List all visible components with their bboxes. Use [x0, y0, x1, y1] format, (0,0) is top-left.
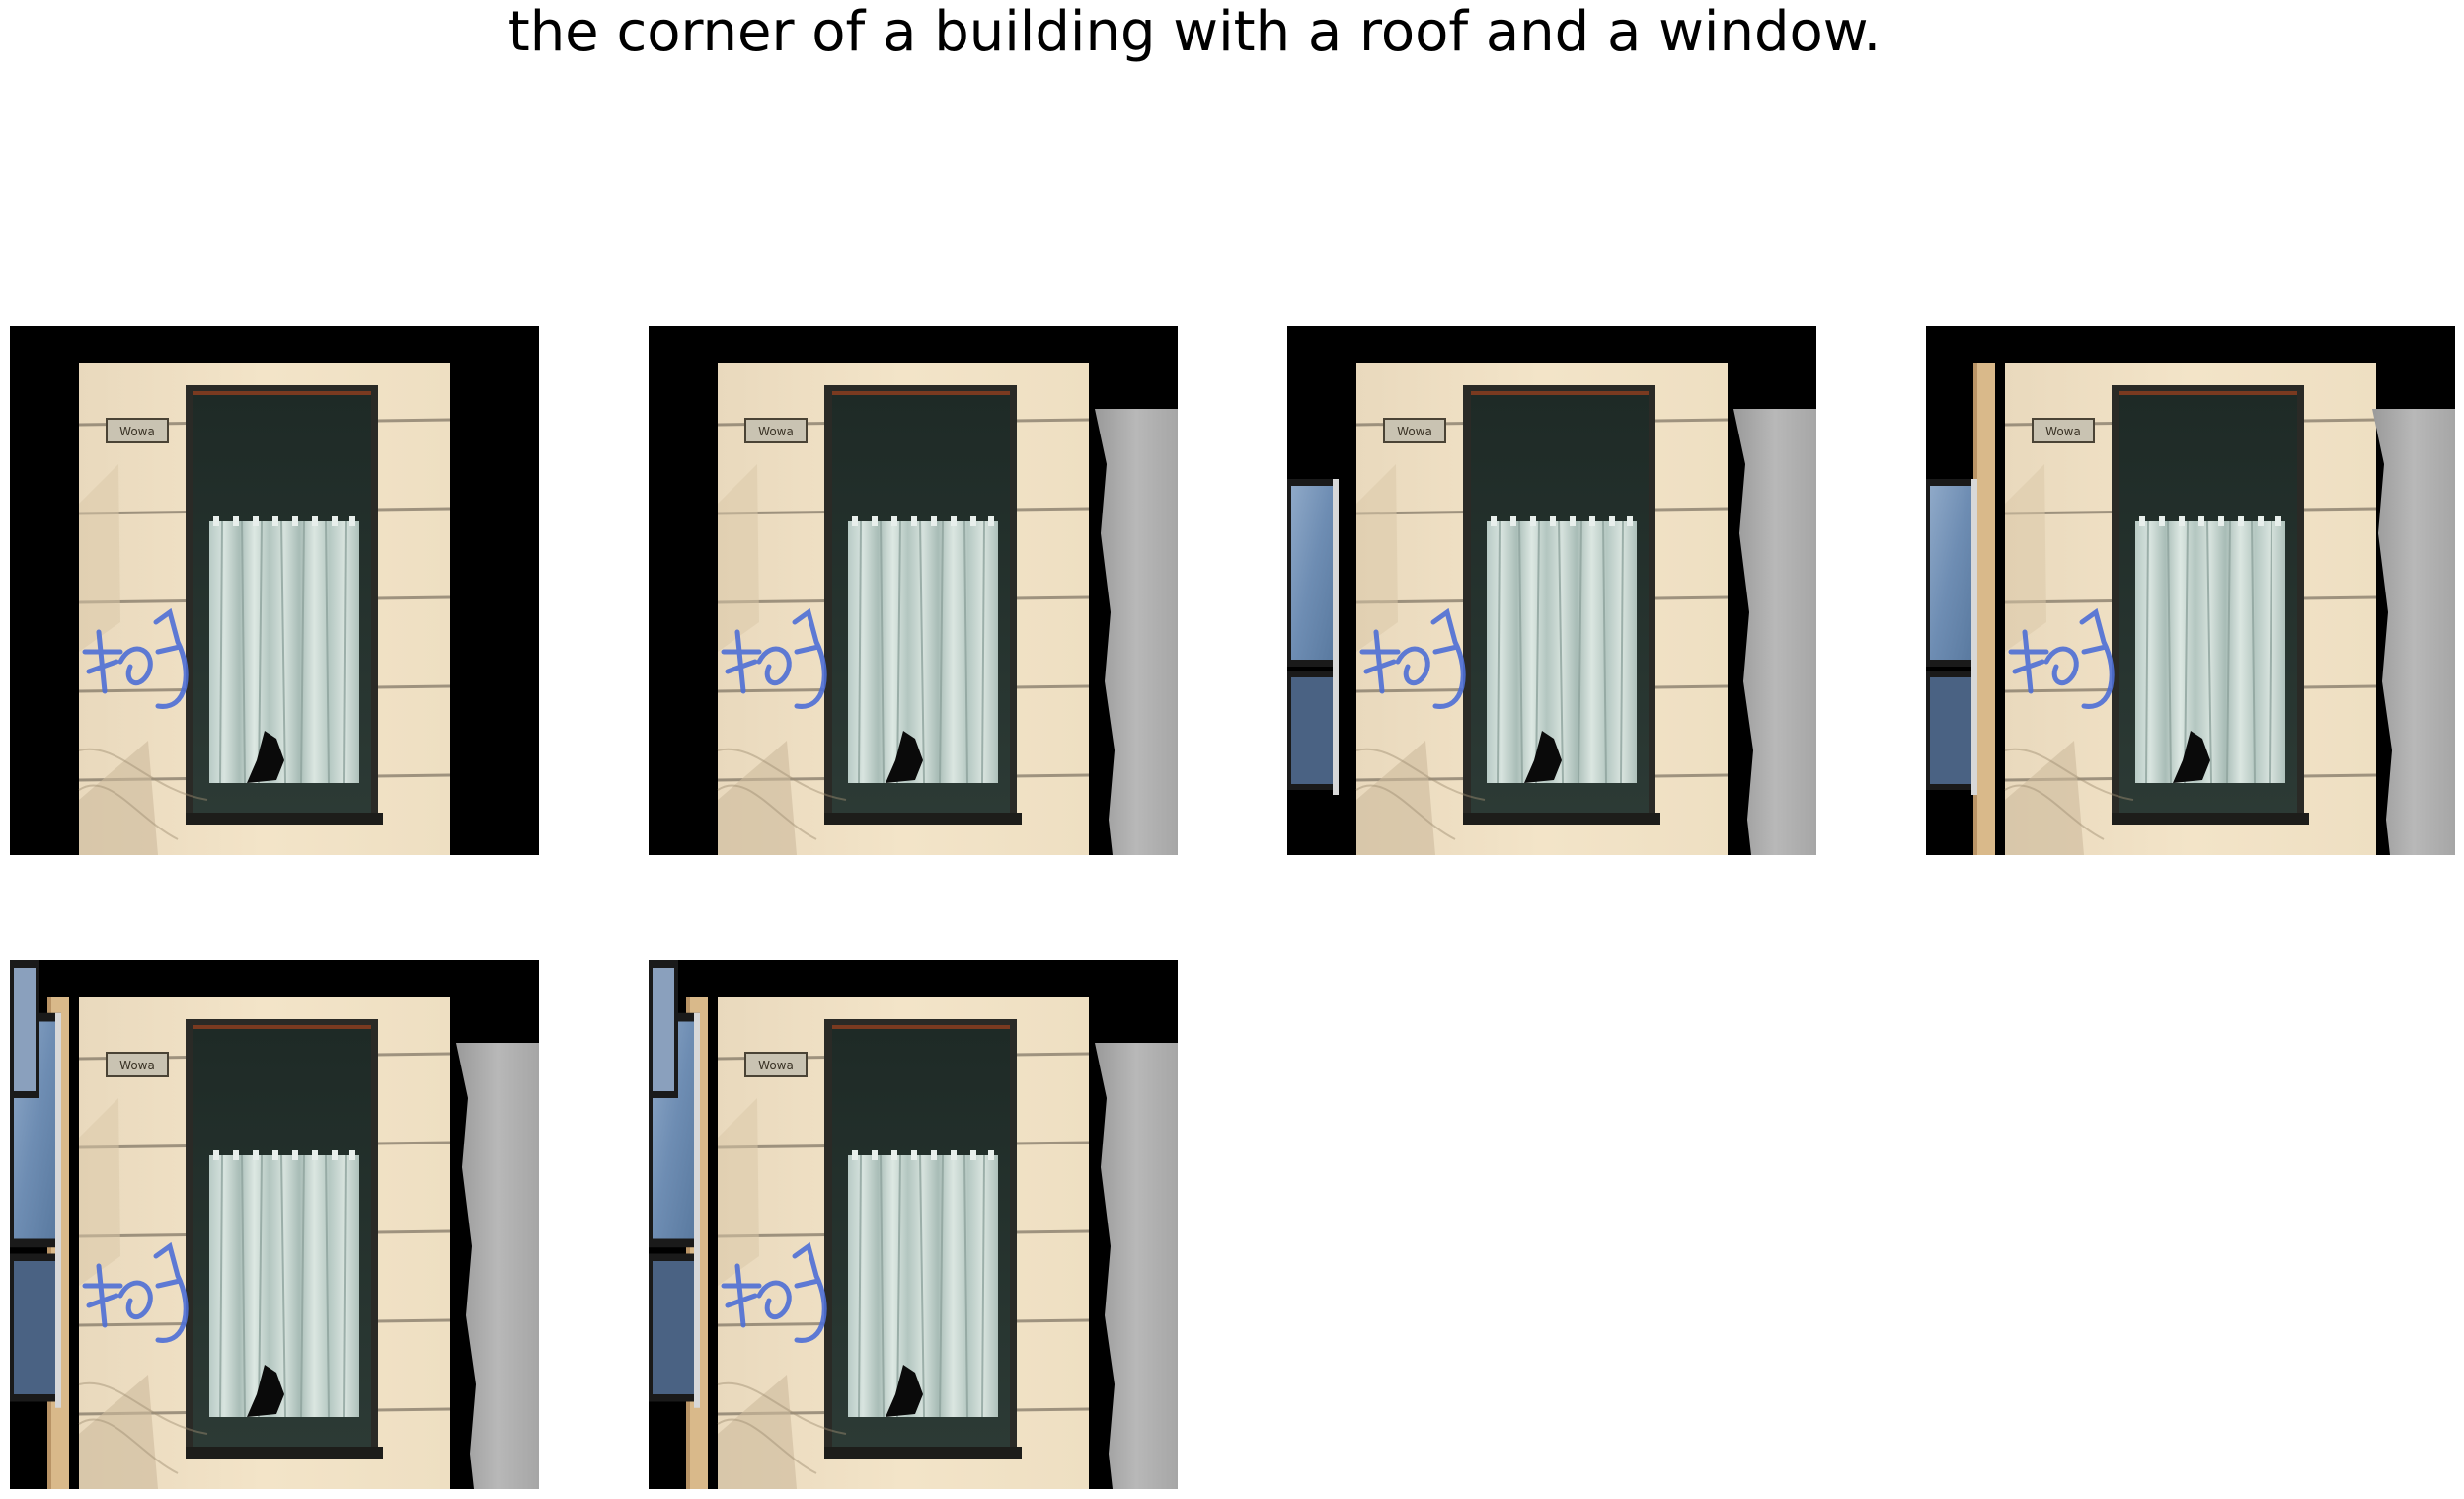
- image-panel-6: [649, 960, 1178, 1489]
- facade-photo: [10, 326, 539, 855]
- image-panel-3: [1287, 326, 1816, 855]
- image-panel-1: [10, 326, 539, 855]
- facade-photo: [1287, 326, 1816, 855]
- image-caption: the corner of a building with a roof and…: [507, 0, 1882, 64]
- facade-photo: [649, 960, 1178, 1489]
- facade-photo: [1926, 326, 2455, 855]
- image-panel-4: [1926, 326, 2455, 855]
- image-panel-5: [10, 960, 539, 1489]
- facade-photo: [10, 960, 539, 1489]
- image-panel-2: [649, 326, 1178, 855]
- facade-photo: [649, 326, 1178, 855]
